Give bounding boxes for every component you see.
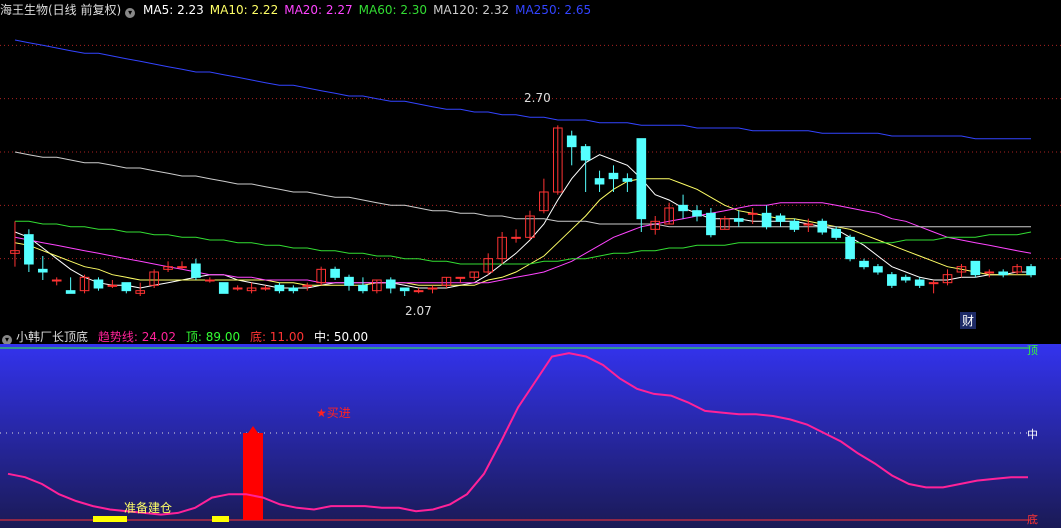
candle-body	[859, 260, 869, 268]
axis-bottom-label: 底	[1027, 513, 1038, 526]
indicator-name[interactable]: 小韩厂长顶底	[16, 330, 88, 344]
ma-label: MA10: 2.22	[209, 3, 279, 17]
ma-labels: MA5: 2.23 MA10: 2.22 MA20: 2.27 MA60: 2.30 M…	[143, 3, 597, 17]
candle-body	[107, 284, 118, 287]
candle-body	[205, 279, 215, 282]
candle-body	[51, 279, 62, 282]
candle-body	[358, 284, 368, 292]
candle-body	[330, 268, 340, 278]
candle-body	[65, 290, 76, 294]
candle-body	[845, 236, 855, 260]
candle-body	[761, 212, 772, 228]
prepare-zone	[93, 516, 127, 522]
candle-body	[260, 287, 271, 290]
candle-body	[706, 212, 716, 236]
candle-body	[636, 138, 647, 220]
candle-body	[427, 287, 438, 290]
mid-value: 中: 50.00	[313, 330, 369, 344]
candle-body	[678, 204, 688, 212]
bottom-value: 底: 11.00	[249, 330, 305, 344]
candle-body	[622, 178, 633, 182]
candle-body	[803, 223, 814, 226]
candle-body	[288, 287, 299, 292]
ma-label: MA5: 2.23	[143, 3, 204, 17]
finance-badge[interactable]: 财	[960, 312, 977, 329]
candle-body	[399, 287, 410, 292]
candle-body	[692, 210, 702, 217]
candle-body	[873, 266, 883, 273]
candle-body	[970, 260, 981, 276]
buy-signal-label: ★买进	[316, 406, 351, 420]
candle-body	[914, 279, 925, 286]
candle-body	[984, 271, 995, 274]
candle-body	[789, 220, 800, 230]
axis-mid-label: 中	[1027, 428, 1038, 441]
candle-body	[121, 282, 132, 292]
candle-body	[37, 268, 48, 273]
candle-body	[566, 135, 577, 148]
ma-line-ma250	[14, 39, 1031, 140]
candle-body	[24, 234, 34, 265]
ma-label: MA250: 2.65	[515, 3, 592, 17]
candle-body	[747, 212, 758, 215]
candle-body	[900, 276, 911, 281]
candle-body	[232, 287, 243, 290]
candle-body	[594, 178, 605, 185]
candle-body	[580, 146, 591, 161]
candle-body	[775, 215, 786, 222]
ma-line-ma60	[15, 220, 1032, 265]
candle-body	[93, 279, 104, 289]
candle-body	[608, 172, 619, 180]
price-chart[interactable]	[0, 20, 1061, 327]
candle-body	[831, 228, 841, 238]
ma-line-ma120	[14, 151, 1031, 228]
stock-name[interactable]: 海王生物(日线 前复权)	[0, 3, 121, 17]
candle-body	[928, 282, 939, 285]
candle-body	[274, 284, 285, 292]
price-panel-header: 海王生物(日线 前复权) ▾ MA5: 2.23 MA10: 2.22 MA20: 2…	[0, 0, 603, 20]
candle-body	[218, 282, 229, 294]
high-price-label: 2.70	[524, 91, 551, 105]
candle-body	[998, 271, 1009, 276]
candle-body	[817, 220, 828, 233]
candle-body	[455, 276, 466, 279]
axis-top-label: 顶	[1027, 344, 1038, 357]
candle-body	[302, 284, 313, 287]
prepare-signal-label: 准备建仓	[124, 501, 173, 515]
candle-body	[385, 279, 396, 289]
ma-label: MA20: 2.27	[284, 3, 353, 17]
candle-body	[733, 218, 744, 222]
candle-body	[887, 274, 897, 286]
settings-icon[interactable]: ▾	[125, 8, 136, 18]
ma-label: MA60: 2.30	[358, 3, 428, 17]
candle-body	[191, 263, 201, 278]
ma-label: MA120: 2.32	[433, 3, 510, 17]
low-price-label: 2.07	[405, 304, 432, 318]
candle-body	[413, 290, 424, 293]
top-value: 顶: 89.00	[185, 330, 241, 344]
trend-value: 趋势线: 24.02	[97, 330, 177, 344]
buy-signal-bar	[243, 433, 263, 520]
prepare-zone	[212, 516, 229, 522]
candle-body	[511, 236, 521, 239]
candle-body	[177, 266, 187, 269]
candle-body	[1026, 266, 1036, 276]
candle-body	[344, 276, 354, 286]
